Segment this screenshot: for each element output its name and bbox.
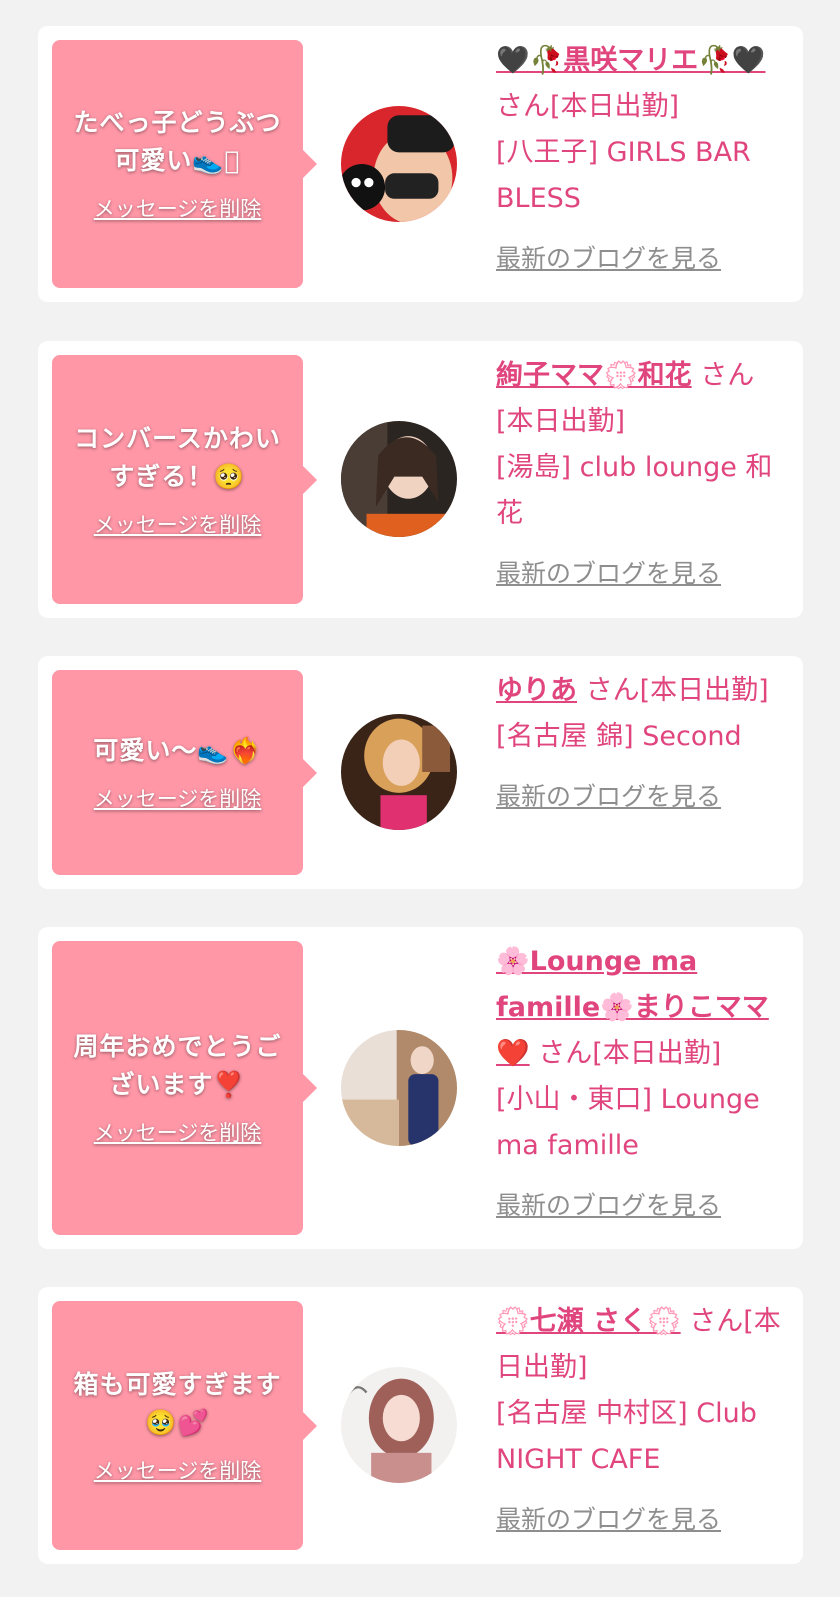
shop-name: [名古屋 錦] Second (496, 721, 742, 752)
message-bubble: コンバースかわいすぎる！🥺 メッセージを削除 (52, 355, 317, 604)
message-list: たべっ子どうぶつ可愛い👟􏿮 メッセージを削除 🖤🥀黒咲マリエ🥀🖤 さん[本日出勤… (0, 0, 840, 1597)
delete-message-link[interactable]: メッセージを削除 (94, 1456, 262, 1486)
latest-blog-link[interactable]: 最新のブログを見る (496, 236, 721, 282)
shop-name: [名古屋 中村区] Club NIGHT CAFE (496, 1398, 757, 1475)
avatar[interactable] (341, 421, 457, 537)
message-card: たべっ子どうぶつ可愛い👟􏿮 メッセージを削除 🖤🥀黒咲マリエ🥀🖤 さん[本日出勤… (38, 26, 803, 302)
message-card: 周年おめでとうございます❣️ メッセージを削除 🌸Lounge ma famil… (38, 927, 803, 1249)
message-bubble: たべっ子どうぶつ可愛い👟􏿮 メッセージを削除 (52, 40, 317, 288)
message-text: コンバースかわいすぎる！🥺 (74, 423, 281, 491)
cast-name-link[interactable]: 💮七瀬 さく💮 (496, 1306, 681, 1337)
shop-name: [八王子] GIRLS BAR BLESS (496, 137, 751, 214)
cast-name-link[interactable]: ゆりあ (496, 675, 577, 706)
latest-blog-link[interactable]: 最新のブログを見る (496, 551, 721, 597)
avatar[interactable] (341, 1367, 457, 1483)
avatar[interactable] (341, 714, 457, 830)
shop-name: [小山・東口] Lounge ma famille (496, 1084, 760, 1161)
cast-status: さん[本日出勤] (529, 1038, 722, 1069)
cast-name-link[interactable]: 絢子ママ💮和花 (496, 360, 692, 391)
cast-info: 🌸Lounge ma famille🌸まりこママ❤️ さん[本日出勤] [小山・… (496, 939, 791, 1229)
shop-name: [湯島] club lounge 和花 (496, 452, 773, 529)
cast-info: 💮七瀬 さく💮 さん[本日出勤] [名古屋 中村区] Club NIGHT CA… (496, 1299, 791, 1543)
message-bubble: 箱も可愛すぎます🥹💕 メッセージを削除 (52, 1301, 317, 1550)
delete-message-link[interactable]: メッセージを削除 (94, 510, 262, 540)
message-text: 周年おめでとうございます❣️ (73, 1032, 282, 1099)
message-text: 可愛い〜👟❤️‍🔥 (93, 735, 262, 765)
message-card: 箱も可愛すぎます🥹💕 メッセージを削除 💮七瀬 さく💮 さん[本日出勤] [名古… (38, 1287, 803, 1564)
latest-blog-link[interactable]: 最新のブログを見る (496, 1497, 721, 1543)
message-bubble: 周年おめでとうございます❣️ メッセージを削除 (52, 941, 317, 1235)
message-bubble: 可愛い〜👟❤️‍🔥 メッセージを削除 (52, 670, 317, 875)
delete-message-link[interactable]: メッセージを削除 (94, 194, 262, 224)
cast-info: ゆりあ さん[本日出勤] [名古屋 錦] Second 最新のブログを見る (496, 668, 791, 820)
avatar[interactable] (341, 1030, 457, 1146)
latest-blog-link[interactable]: 最新のブログを見る (496, 1183, 721, 1229)
message-text: 箱も可愛すぎます🥹💕 (73, 1369, 282, 1437)
delete-message-link[interactable]: メッセージを削除 (94, 784, 262, 814)
cast-info: 絢子ママ💮和花 さん[本日出勤] [湯島] club lounge 和花 最新の… (496, 353, 791, 597)
cast-status: さん[本日出勤] (577, 675, 769, 706)
message-card: 可愛い〜👟❤️‍🔥 メッセージを削除 ゆりあ さん[本日出勤] [名古屋 錦] … (38, 656, 803, 889)
message-card: コンバースかわいすぎる！🥺 メッセージを削除 絢子ママ💮和花 さん[本日出勤] … (38, 341, 803, 618)
cast-name-link[interactable]: 🖤🥀黒咲マリエ🥀🖤 (496, 45, 765, 76)
latest-blog-link[interactable]: 最新のブログを見る (496, 774, 721, 820)
avatar[interactable] (341, 106, 457, 222)
message-text: たべっ子どうぶつ可愛い👟􏿮 (73, 108, 282, 175)
cast-status: さん[本日出勤] (496, 91, 680, 122)
cast-info: 🖤🥀黒咲マリエ🥀🖤 さん[本日出勤] [八王子] GIRLS BAR BLESS… (496, 38, 791, 282)
delete-message-link[interactable]: メッセージを削除 (94, 1118, 262, 1148)
